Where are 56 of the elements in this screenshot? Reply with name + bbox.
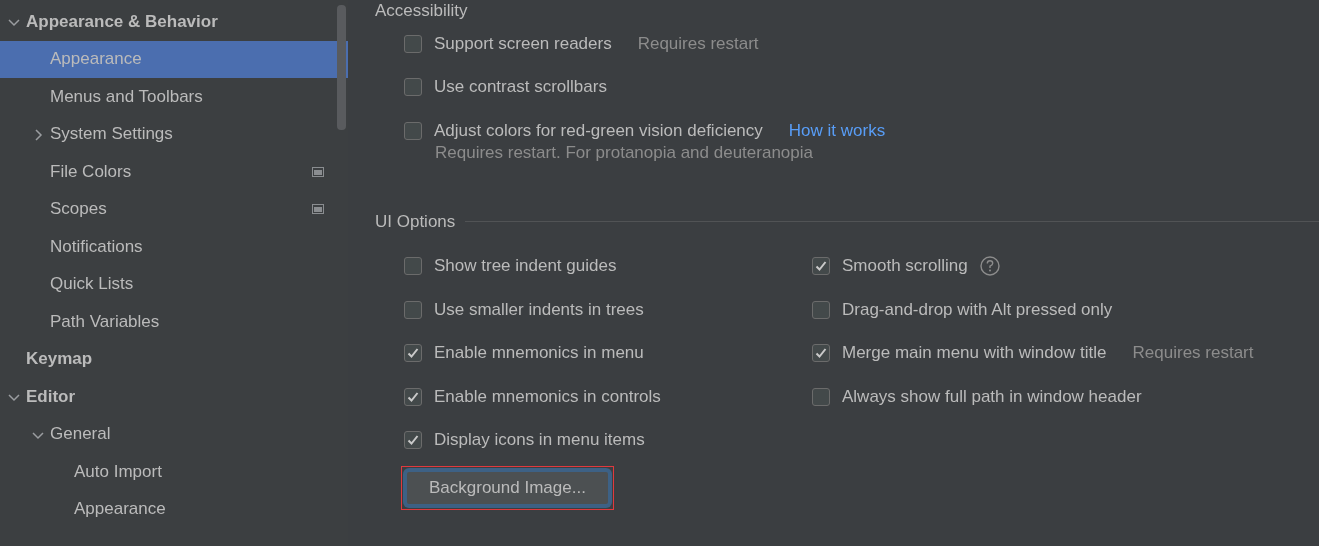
sidebar-item[interactable]: System Settings <box>0 115 348 153</box>
option-label[interactable]: Merge main menu with window title <box>842 343 1107 364</box>
sidebar-item[interactable]: General <box>0 415 348 453</box>
option-label[interactable]: Use contrast scrollbars <box>434 77 607 98</box>
sidebar-item[interactable]: Keymap <box>0 340 348 378</box>
checkbox[interactable] <box>812 344 830 363</box>
requires-restart-note: Requires restart <box>637 33 759 54</box>
option-label[interactable]: Support screen readers <box>434 33 612 54</box>
checkbox[interactable] <box>404 344 422 363</box>
checkbox[interactable] <box>404 257 422 276</box>
sidebar-item[interactable]: Auto Import <box>0 453 348 491</box>
checkbox[interactable] <box>404 387 422 406</box>
help-icon[interactable] <box>979 256 1000 277</box>
checkmark-icon <box>407 434 419 447</box>
window-icon <box>312 166 324 177</box>
checkmark-icon <box>815 347 827 360</box>
option-label[interactable]: Enable mnemonics in controls <box>434 386 661 407</box>
checkmark-icon <box>815 260 827 273</box>
hint-text: Requires restart. For protanopia and deuteranopia <box>435 142 813 162</box>
sidebar-item[interactable]: Notifications <box>0 228 348 266</box>
how-it-works-link[interactable]: How it works <box>788 120 886 141</box>
checkbox[interactable] <box>812 300 830 319</box>
requires-restart-note: Requires restart <box>1132 343 1254 364</box>
option-label[interactable]: Smooth scrolling <box>842 256 968 277</box>
sidebar-item[interactable]: Path Variables <box>0 303 348 341</box>
checkbox[interactable] <box>812 257 830 276</box>
chevron-down-icon[interactable] <box>8 391 20 403</box>
section-title: UI Options <box>375 211 456 232</box>
checkbox[interactable] <box>404 431 422 450</box>
checkbox[interactable] <box>404 121 422 140</box>
option-label[interactable]: Use smaller indents in trees <box>434 299 644 320</box>
background-image-button[interactable]: Background Image... <box>405 470 610 506</box>
window-icon <box>312 204 324 215</box>
checkbox[interactable] <box>812 387 830 406</box>
sidebar-item[interactable]: Menus and Toolbars <box>0 78 348 116</box>
sidebar-item[interactable]: Appearance & Behavior <box>0 3 348 41</box>
option-label[interactable]: Drag-and-drop with Alt pressed only <box>842 299 1113 320</box>
checkbox[interactable] <box>404 34 422 53</box>
sidebar-item[interactable]: Editor <box>0 378 348 416</box>
chevron-right-icon[interactable] <box>32 128 44 141</box>
sidebar-item[interactable]: Scopes <box>0 190 348 228</box>
checkbox[interactable] <box>404 78 422 97</box>
option-label[interactable]: Enable mnemonics in menu <box>434 343 644 364</box>
checkbox[interactable] <box>404 300 422 319</box>
scrollbar-thumb[interactable] <box>337 5 346 130</box>
option-label[interactable]: Show tree indent guides <box>434 256 617 277</box>
sidebar-item[interactable]: Quick Lists <box>0 265 348 303</box>
sidebar-item[interactable]: File Colors <box>0 153 348 191</box>
option-label[interactable]: Display icons in menu items <box>434 430 645 451</box>
section-title: Accessibility <box>375 1 468 21</box>
option-label[interactable]: Always show full path in window header <box>842 386 1142 407</box>
checkmark-icon <box>407 347 419 360</box>
sidebar-item[interactable]: Appearance <box>0 490 348 528</box>
option-label[interactable]: Adjust colors for red-green vision deficiency <box>434 120 763 141</box>
checkmark-icon <box>407 390 419 403</box>
chevron-down-icon[interactable] <box>8 16 20 28</box>
